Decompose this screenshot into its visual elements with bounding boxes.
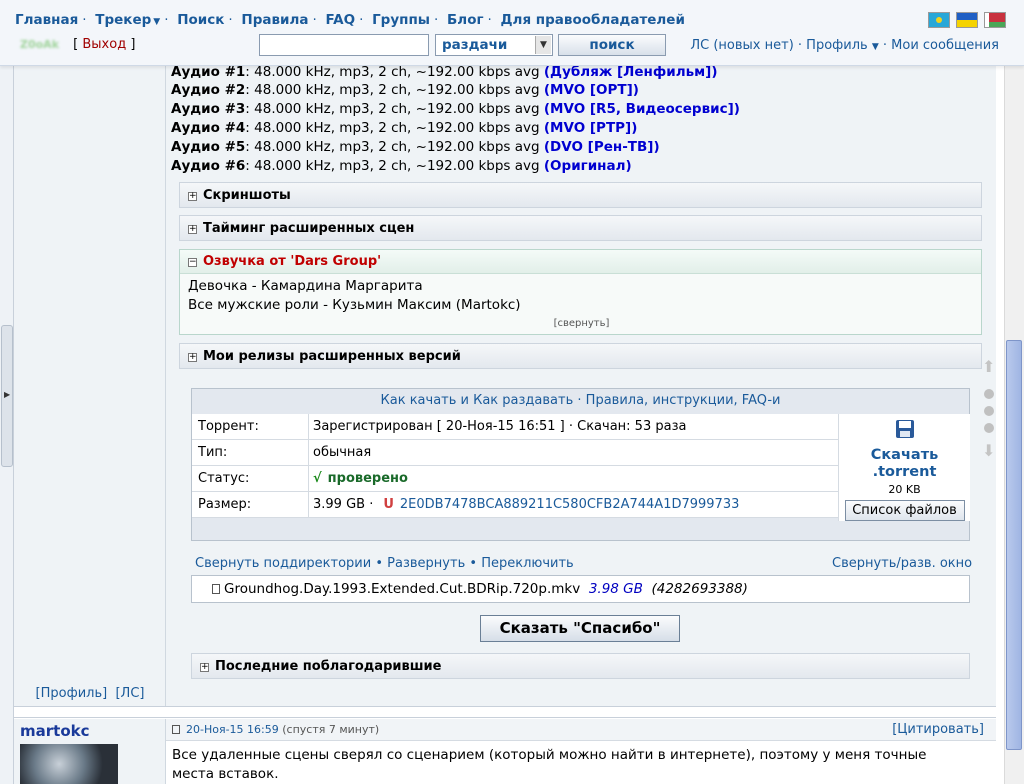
file-list: Groundhog.Day.1993.Extended.Cut.BDRip.72… <box>191 575 970 603</box>
flag-kz-icon[interactable] <box>928 12 950 28</box>
table-row: Статус: √ проверено <box>192 466 838 492</box>
file-tree-controls: Свернуть поддиректории • Развернуть • Пе… <box>195 556 574 571</box>
author-links: [Профиль] [ЛС] <box>14 686 166 701</box>
username[interactable]: Z0oAk <box>20 38 59 51</box>
nav-tracker[interactable]: Трекер <box>95 12 151 28</box>
profile-link[interactable]: Профиль <box>806 38 868 53</box>
file-list-button[interactable]: Список файлов <box>844 500 965 521</box>
collapse-link[interactable]: [свернуть] <box>180 318 983 329</box>
flag-by-icon[interactable] <box>984 12 1006 28</box>
nav-dot-icon[interactable] <box>984 406 994 416</box>
torrent-file-size: 20 KB <box>888 483 921 496</box>
search-input[interactable] <box>259 34 429 56</box>
table-row: Размер: 3.99 GB · U 2E0DB7478BCA889211C580C… <box>192 492 838 518</box>
floating-scroll-nav: ⬆ ⬇ <box>979 357 999 463</box>
top-navigation-bar: Главная · Трекер ▼ · Поиск · Правила · FAQ · Г… <box>0 0 1024 66</box>
torrent-info-box: Как качать и Как раздавать · Правила, ин… <box>191 388 970 541</box>
nav-dot-icon[interactable] <box>984 423 994 433</box>
spoiler-voice-open: − Озвучка от 'Dars Group' Девочка - Камар… <box>179 249 982 335</box>
rules-faq-link[interactable]: Правила, инструкции, FAQ-и <box>586 393 781 408</box>
toggle-link[interactable]: Переключить <box>481 556 574 571</box>
magnet-hash-link[interactable]: 2E0DB7478BCA889211C580CFB2A744A1D7999733 <box>400 497 739 512</box>
audio-line: Аудио #3: 48.000 kHz, mp3, 2 ch, ~192.00… <box>171 101 740 117</box>
flag-ua-icon[interactable] <box>956 12 978 28</box>
post-author-name[interactable]: martokc <box>20 722 90 740</box>
audio-line: Аудио #4: 48.000 kHz, mp3, 2 ch, ~192.00… <box>171 120 638 136</box>
post-separator <box>14 706 996 718</box>
my-posts-link[interactable]: Мои сообщения <box>891 38 999 53</box>
say-thanks-button[interactable]: Сказать "Спасибо" <box>480 615 680 642</box>
check-icon: √ <box>313 471 322 486</box>
scroll-down-icon[interactable]: ⬇ <box>982 441 995 460</box>
toggle-window-link[interactable]: Свернуть/разв. окно <box>832 556 972 571</box>
spoiler-voice-header[interactable]: − Озвучка от 'Dars Group' <box>180 250 981 274</box>
table-row: Тип: обычная <box>192 440 838 466</box>
magnet-icon[interactable]: U <box>383 497 394 512</box>
post-icon <box>172 725 180 734</box>
nav-dot-icon[interactable] <box>984 389 994 399</box>
voice-credit: Все мужские роли - Кузьмин Максим (Marto… <box>188 297 521 313</box>
spoiler-screenshots[interactable]: + Скриншоты <box>179 182 982 208</box>
download-cell: Скачать .torrent 20 KB Список файлов <box>838 414 970 521</box>
collapse-subdirs-link[interactable]: Свернуть поддиректории <box>195 556 371 571</box>
user-links: ЛС (новых нет) · Профиль ▼ · Мои сообщен… <box>690 38 999 53</box>
audio-line: Аудио #2: 48.000 kHz, mp3, 2 ch, ~192.00… <box>171 82 639 98</box>
spoiler-voice-body: Девочка - Камардина Маргарита Все мужски… <box>180 274 981 318</box>
expand-icon: + <box>188 352 197 362</box>
how-to-download-link[interactable]: Как качать и Как раздавать <box>381 393 574 408</box>
nav-rules[interactable]: Правила <box>241 12 308 28</box>
chevron-down-icon[interactable]: ▼ <box>535 36 551 54</box>
scroll-up-icon[interactable]: ⬆ <box>982 357 995 376</box>
dropdown-arrow-icon[interactable]: ▼ <box>872 42 879 52</box>
post-author-sidebar <box>14 66 166 706</box>
expand-icon: + <box>200 662 209 672</box>
table-row: Торрент: Зарегистрирован [ 20-Ноя-15 16:5… <box>192 414 838 440</box>
pm-link[interactable]: ЛС (новых нет) <box>690 38 793 53</box>
nav-faq[interactable]: FAQ <box>325 12 355 28</box>
nav-blog[interactable]: Блог <box>447 12 484 28</box>
file-bytes: (4282693388) <box>651 581 748 597</box>
nav-groups[interactable]: Группы <box>372 12 430 28</box>
torrent-details-table: Торрент: Зарегистрирован [ 20-Ноя-15 16:5… <box>192 414 838 518</box>
expand-icon: + <box>188 224 197 234</box>
nav-home[interactable]: Главная <box>15 12 78 28</box>
audio-line: Аудио #1: 48.000 kHz, mp3, 2 ch, ~192.00… <box>171 64 718 80</box>
collapse-icon: − <box>188 257 197 267</box>
file-name: Groundhog.Day.1993.Extended.Cut.BDRip.72… <box>224 581 581 597</box>
post-body: Все удаленные сцены сверял со сценарием … <box>172 747 927 782</box>
post-header: 20-Ноя-15 16:59 (спустя 7 минут) [Цитиро… <box>166 719 996 741</box>
file-size: 3.98 GB <box>588 581 643 597</box>
audio-line: Аудио #6: 48.000 kHz, mp3, 2 ch, ~192.00… <box>171 158 632 174</box>
voice-credit: Девочка - Камардина Маргарита <box>188 278 423 294</box>
logout-link[interactable]: Выход <box>82 37 126 52</box>
expand-link[interactable]: Развернуть <box>387 556 465 571</box>
avatar <box>20 744 118 784</box>
status-badge: проверено <box>327 471 408 486</box>
quote-button[interactable]: [Цитировать] <box>892 722 984 737</box>
torrent-help-links: Как качать и Как раздавать · Правила, ин… <box>380 393 781 408</box>
spoiler-timing[interactable]: + Тайминг расширенных сцен <box>179 215 982 241</box>
side-panel-toggle[interactable]: ▶ <box>1 325 13 467</box>
nav-search[interactable]: Поиск <box>177 12 224 28</box>
language-flags <box>928 12 1006 28</box>
nav-rightholders[interactable]: Для правообладателей <box>501 12 685 28</box>
scrollbar-thumb[interactable] <box>1006 340 1022 750</box>
post-date-link[interactable]: 20-Ноя-15 16:59 <box>186 723 279 736</box>
post-time-since: (спустя 7 минут) <box>282 723 380 736</box>
search-scope-select[interactable]: раздачи ▼ <box>435 34 553 56</box>
file-icon <box>212 584 220 594</box>
search-button[interactable]: поиск <box>558 34 666 56</box>
arrow-right-icon: ▶ <box>4 390 11 399</box>
spoiler-releases[interactable]: + Мои релизы расширенных версий <box>179 343 982 369</box>
author-profile-link[interactable]: [Профиль] <box>36 686 108 701</box>
expand-icon: + <box>188 191 197 201</box>
dropdown-arrow-icon[interactable]: ▼ <box>153 17 160 27</box>
floppy-disk-icon[interactable] <box>895 419 915 439</box>
download-torrent-link[interactable]: Скачать .torrent <box>839 447 970 481</box>
spoiler-thanked[interactable]: + Последние поблагодарившие <box>191 653 970 679</box>
main-menu: Главная · Трекер ▼ · Поиск · Правила · FAQ · Г… <box>15 12 685 28</box>
user-bar: Z0oAk [ Выход ] <box>20 37 136 52</box>
author-pm-link[interactable]: [ЛС] <box>115 686 144 701</box>
audio-line: Аудио #5: 48.000 kHz, mp3, 2 ch, ~192.00… <box>171 139 660 155</box>
